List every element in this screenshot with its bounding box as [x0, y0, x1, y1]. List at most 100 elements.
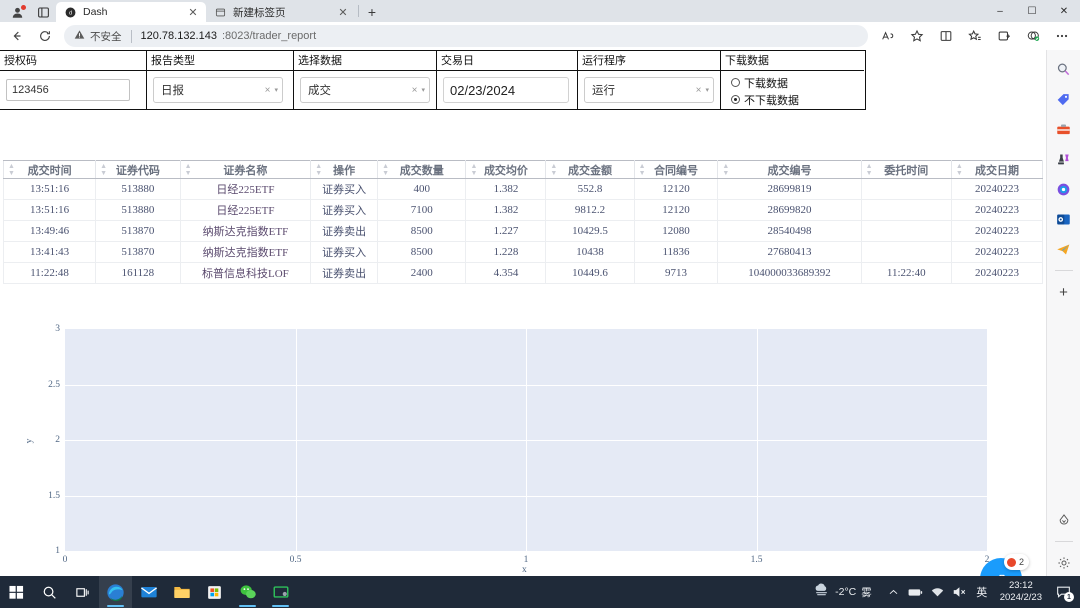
tools-briefcase-icon[interactable]	[1051, 116, 1077, 142]
cell-trade-date: 20240223	[950, 241, 1044, 263]
browser-tab-new[interactable]: 新建标签页 ✕	[206, 2, 356, 22]
cell-security-name: 日经225ETF	[179, 199, 312, 221]
wechat-taskbar-button[interactable]	[231, 576, 264, 608]
ime-language-icon[interactable]: 英	[972, 576, 992, 608]
search-icon[interactable]	[1051, 56, 1077, 82]
close-window-button[interactable]: ✕	[1048, 0, 1080, 22]
search-button[interactable]	[33, 576, 66, 608]
sort-icon[interactable]: ▲ ▼	[315, 163, 322, 177]
sort-icon[interactable]: ▲ ▼	[100, 163, 107, 177]
column-header-order-time[interactable]: ▲ ▼ 委托时间	[860, 160, 952, 179]
column-header-amount[interactable]: ▲ ▼ 成交金额	[545, 160, 635, 179]
edge-taskbar-button[interactable]	[99, 576, 132, 608]
drop-customize-icon[interactable]	[1051, 507, 1077, 533]
cell-trade-date: 20240223	[950, 262, 1044, 284]
battery-icon[interactable]	[906, 576, 926, 608]
close-icon[interactable]: ✕	[336, 5, 350, 19]
sort-icon[interactable]: ▲ ▼	[470, 163, 477, 177]
show-hidden-icons[interactable]	[884, 576, 904, 608]
shopping-tag-icon[interactable]	[1051, 86, 1077, 112]
copilot-icon[interactable]	[1051, 176, 1077, 202]
radio-download-no[interactable]: 不下载数据	[731, 92, 799, 108]
clear-icon[interactable]: ×	[692, 85, 706, 96]
browser-tab-dash[interactable]: d Dash ✕	[56, 2, 206, 22]
explorer-taskbar-button[interactable]	[165, 576, 198, 608]
settings-more-icon[interactable]	[1048, 24, 1076, 48]
table-row[interactable]: 13:51:16 513880 日经225ETF 证券买入 400 1.382 …	[2, 178, 1044, 200]
task-view-button[interactable]	[66, 576, 99, 608]
refresh-icon[interactable]	[32, 24, 58, 48]
svg-text:d: d	[69, 10, 72, 16]
add-sidebar-app-button[interactable]: +	[1051, 279, 1077, 305]
new-tab-button[interactable]: +	[361, 2, 383, 22]
plotly-chart[interactable]: 3 2.5 2 1.5 1 0 0.5 1 1.5 2	[0, 305, 1040, 576]
collections-add-icon[interactable]	[990, 24, 1018, 48]
favorites-list-icon[interactable]	[961, 24, 989, 48]
cell-trade-date: 20240223	[950, 178, 1044, 200]
column-header-trade-no[interactable]: ▲ ▼ 成交编号	[717, 160, 862, 179]
telegram-icon[interactable]	[1051, 236, 1077, 262]
start-button[interactable]	[0, 576, 33, 608]
clear-icon[interactable]: ×	[408, 85, 422, 96]
split-screen-icon[interactable]	[932, 24, 960, 48]
trade-date-input[interactable]: 02/23/2024	[443, 77, 569, 103]
report-type-dropdown[interactable]: 日报 × ▾	[153, 77, 283, 103]
outlook-icon[interactable]	[1051, 206, 1077, 232]
fab-notification-badge[interactable]: 2	[1004, 554, 1030, 570]
notification-center-button[interactable]: 1	[1050, 576, 1076, 608]
sort-icon[interactable]: ▲ ▼	[866, 163, 873, 177]
wifi-icon[interactable]	[928, 576, 948, 608]
sort-icon[interactable]: ▲ ▼	[722, 163, 729, 177]
sidebar-divider	[1054, 541, 1073, 542]
chevron-down-icon[interactable]: ▾	[421, 86, 425, 94]
column-header-trade-date[interactable]: ▲ ▼ 成交日期	[950, 160, 1044, 179]
sort-icon[interactable]: ▲ ▼	[550, 163, 557, 177]
radio-download-yes[interactable]: 下载数据	[731, 75, 799, 91]
sort-icon[interactable]: ▲ ▼	[639, 163, 646, 177]
table-row[interactable]: 13:49:46 513870 纳斯达克指数ETF 证券卖出 8500 1.22…	[2, 220, 1044, 242]
sort-icon[interactable]: ▲ ▼	[956, 163, 963, 177]
column-label: 合同编号	[654, 164, 699, 177]
sort-icon[interactable]: ▲ ▼	[185, 163, 192, 177]
table-row[interactable]: 13:51:16 513880 日经225ETF 证券买入 7100 1.382…	[2, 199, 1044, 221]
auth-code-input[interactable]	[6, 79, 130, 101]
column-header-security-code[interactable]: ▲ ▼ 证券代码	[95, 160, 181, 179]
chevron-down-icon[interactable]: ▾	[274, 86, 278, 94]
column-header-quantity[interactable]: ▲ ▼ 成交数量	[377, 160, 467, 179]
sort-icon[interactable]: ▲ ▼	[382, 163, 389, 177]
column-header-security-name[interactable]: ▲ ▼ 证券名称	[179, 160, 312, 179]
clear-icon[interactable]: ×	[261, 85, 275, 96]
collections-icon[interactable]	[30, 2, 56, 22]
column-header-operation[interactable]: ▲ ▼ 操作	[310, 160, 379, 179]
column-header-trade-time[interactable]: ▲ ▼ 成交时间	[2, 160, 97, 179]
taskbar-weather-widget[interactable]: -2°C 雾	[813, 583, 872, 601]
favorite-star-icon[interactable]	[903, 24, 931, 48]
tab-title: 新建标签页	[233, 6, 286, 19]
report-parameter-form: 授权码 报告类型 选择数据 交易日 运行程序 下载数据 日报	[0, 50, 866, 110]
browser-essentials-icon[interactable]	[1019, 24, 1047, 48]
sort-icon[interactable]: ▲ ▼	[8, 163, 15, 177]
games-icon[interactable]	[1051, 146, 1077, 172]
maximize-button[interactable]: ☐	[1016, 0, 1048, 22]
profile-avatar-icon[interactable]	[4, 2, 30, 22]
remote-taskbar-button[interactable]	[264, 576, 297, 608]
select-data-dropdown[interactable]: 成交 × ▾	[300, 77, 430, 103]
store-taskbar-button[interactable]	[198, 576, 231, 608]
cell-contract-no: 11836	[633, 241, 719, 263]
chevron-down-icon[interactable]: ▾	[705, 86, 709, 94]
settings-gear-icon[interactable]	[1051, 550, 1077, 576]
back-icon[interactable]	[4, 24, 30, 48]
read-aloud-icon[interactable]	[874, 24, 902, 48]
column-header-avg-price[interactable]: ▲ ▼ 成交均价	[465, 160, 547, 179]
close-icon[interactable]: ✕	[186, 5, 200, 19]
table-row[interactable]: 13:41:43 513870 纳斯达克指数ETF 证券买入 8500 1.22…	[2, 241, 1044, 263]
table-row[interactable]: 11:22:48 161128 标普信息科技LOF 证券卖出 2400 4.35…	[2, 262, 1044, 284]
address-bar[interactable]: 不安全 120.78.132.143 :8023/trader_report	[64, 25, 868, 47]
column-header-contract-no[interactable]: ▲ ▼ 合同编号	[633, 160, 719, 179]
minimize-button[interactable]: –	[984, 0, 1016, 22]
taskbar-clock[interactable]: 23:12 2024/2/23	[994, 580, 1048, 604]
volume-muted-icon[interactable]	[950, 576, 970, 608]
run-program-dropdown[interactable]: 运行 × ▾	[584, 77, 714, 103]
cell-security-code: 161128	[95, 262, 181, 284]
mail-taskbar-button[interactable]	[132, 576, 165, 608]
